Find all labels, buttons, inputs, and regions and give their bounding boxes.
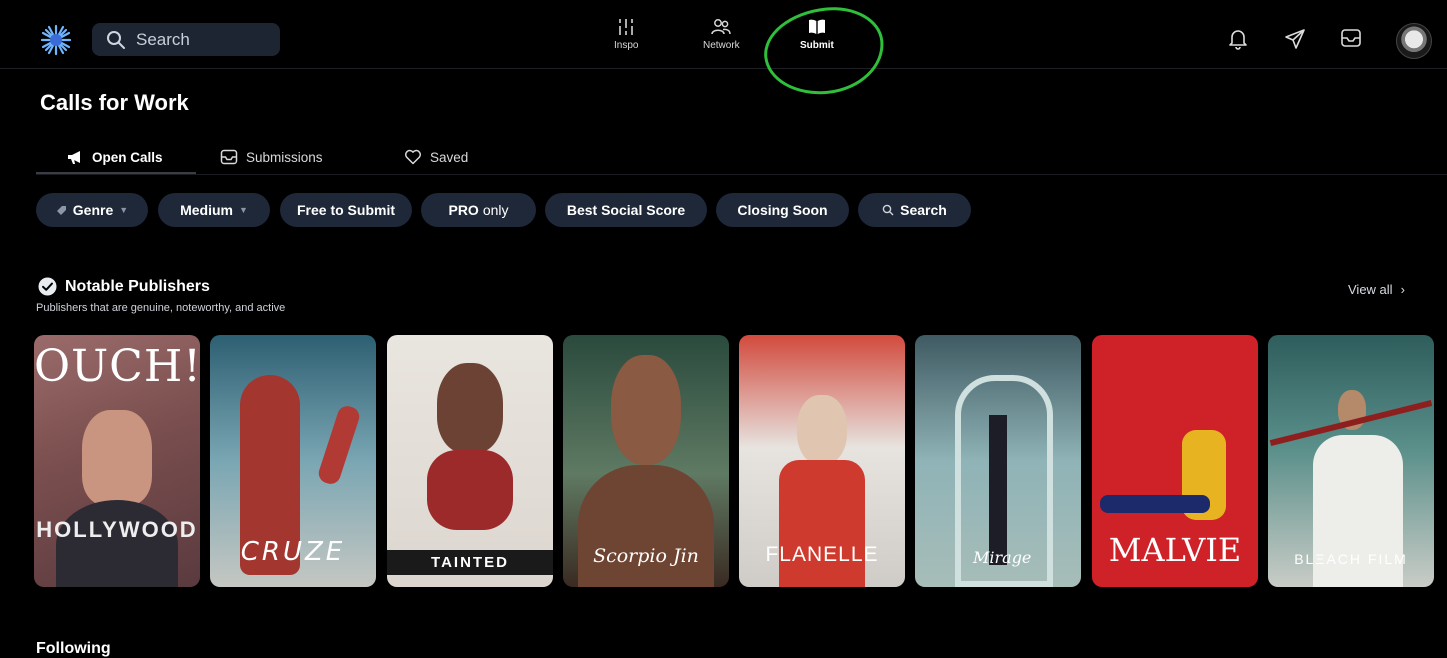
chevron-right-icon: › xyxy=(1400,282,1405,297)
search-placeholder: Search xyxy=(136,29,190,49)
search-box[interactable]: Search xyxy=(92,23,280,56)
card-caption: BLΞACH FILM xyxy=(1294,551,1408,567)
filter-search[interactable]: Search xyxy=(858,193,971,227)
filter-pro-only[interactable]: PRO only xyxy=(421,193,536,227)
section-title-label: Notable Publishers xyxy=(65,277,210,295)
publisher-card-mirage[interactable]: Mirage xyxy=(915,335,1081,587)
model-head xyxy=(797,395,847,465)
filter-closing-label: Closing Soon xyxy=(737,202,828,218)
inbox-icon xyxy=(220,149,238,165)
filter-genre-label: Genre xyxy=(72,202,114,218)
portrait-jacket xyxy=(56,500,178,587)
view-all-link[interactable]: View all › xyxy=(1348,282,1405,297)
filter-medium[interactable]: Medium ▼ xyxy=(158,193,270,227)
publisher-card-tainted[interactable]: TAINTED xyxy=(387,335,553,587)
model-legs xyxy=(1100,495,1210,513)
model-figure-small xyxy=(316,403,362,487)
section-title-notable-publishers: Notable Publishers xyxy=(38,277,210,296)
tab-saved-label: Saved xyxy=(430,149,469,165)
nav-network[interactable]: Network xyxy=(703,18,740,51)
publisher-card-cruze[interactable]: CRUZE xyxy=(210,335,376,587)
megaphone-icon xyxy=(68,151,80,164)
tab-submissions-label: Submissions xyxy=(246,149,323,165)
model-body xyxy=(427,450,513,530)
card-caption: FLANELLE xyxy=(765,543,879,566)
model-face xyxy=(611,355,681,465)
tab-open-calls-label: Open Calls xyxy=(92,149,163,165)
model-shoulders xyxy=(578,465,714,587)
card-caption: CRUZE xyxy=(240,537,346,567)
card-caption: HOLLYWOOD xyxy=(36,517,198,542)
bell-icon[interactable] xyxy=(1228,28,1248,55)
filter-search-label: Search xyxy=(900,202,947,218)
tab-divider xyxy=(36,174,1447,175)
tab-saved[interactable]: Saved xyxy=(404,140,468,174)
paper-plane-icon[interactable] xyxy=(1284,28,1306,55)
publisher-card-scorpio-jin[interactable]: Scorpio Jin xyxy=(563,335,729,587)
green-hand-drawn-circle xyxy=(759,1,889,101)
model-body xyxy=(779,460,865,587)
filter-closing-soon[interactable]: Closing Soon xyxy=(716,193,849,227)
tab-open-calls[interactable]: Open Calls xyxy=(66,140,163,174)
publisher-card-malvie[interactable]: MALVIE xyxy=(1092,335,1258,587)
inspo-grid-icon xyxy=(619,19,634,35)
tag-icon xyxy=(56,205,66,215)
filter-pro-label: PRO xyxy=(448,202,479,218)
card-caption: MALVIE xyxy=(1108,531,1242,569)
verified-badge-icon xyxy=(38,277,57,296)
page-title: Calls for Work xyxy=(40,90,189,115)
publisher-card-bleach-film[interactable]: BLΞACH FILM xyxy=(1268,335,1434,587)
card-caption: Mirage xyxy=(973,548,1032,567)
portrait-face xyxy=(82,410,152,505)
filter-genre[interactable]: Genre ▼ xyxy=(36,193,148,227)
chevron-down-icon: ▼ xyxy=(119,205,129,215)
avatar[interactable] xyxy=(1396,23,1432,59)
nav-inspo-label: Inspo xyxy=(614,40,639,51)
model-head xyxy=(437,363,503,453)
nav-inspo[interactable]: Inspo xyxy=(614,18,638,51)
app-logo-icon[interactable] xyxy=(40,24,72,56)
search-icon xyxy=(882,204,894,216)
card-caption: TAINTED xyxy=(387,550,553,575)
card-caption: Scorpio Jin xyxy=(593,545,699,567)
model-figure xyxy=(989,415,1007,565)
filter-best-social-score[interactable]: Best Social Score xyxy=(545,193,707,227)
nav-network-label: Network xyxy=(703,40,740,51)
filter-medium-label: Medium xyxy=(180,202,233,218)
heart-icon xyxy=(405,149,421,165)
filter-pro-only-label: only xyxy=(482,202,509,218)
publisher-card-flanelle[interactable]: FLANELLE xyxy=(739,335,905,587)
tab-submissions[interactable]: Submissions xyxy=(220,140,323,174)
section-title-following: Following xyxy=(36,640,111,657)
filter-free-label: Free to Submit xyxy=(296,202,395,218)
search-icon xyxy=(107,30,125,49)
top-navigation: Search Inspo Network Submit xyxy=(0,0,1447,101)
section-subtitle: Publishers that are genuine, noteworthy,… xyxy=(36,302,286,314)
inbox-icon[interactable] xyxy=(1340,28,1362,53)
filter-social-label: Best Social Score xyxy=(566,202,686,218)
card-masthead: OUCH! xyxy=(34,341,200,392)
publisher-card-ouch[interactable]: OUCH! HOLLYWOOD xyxy=(34,335,200,587)
network-people-icon xyxy=(711,19,732,35)
chevron-down-icon: ▼ xyxy=(238,205,248,215)
view-all-label: View all xyxy=(1348,282,1393,297)
filter-free-to-submit[interactable]: Free to Submit xyxy=(280,193,412,227)
